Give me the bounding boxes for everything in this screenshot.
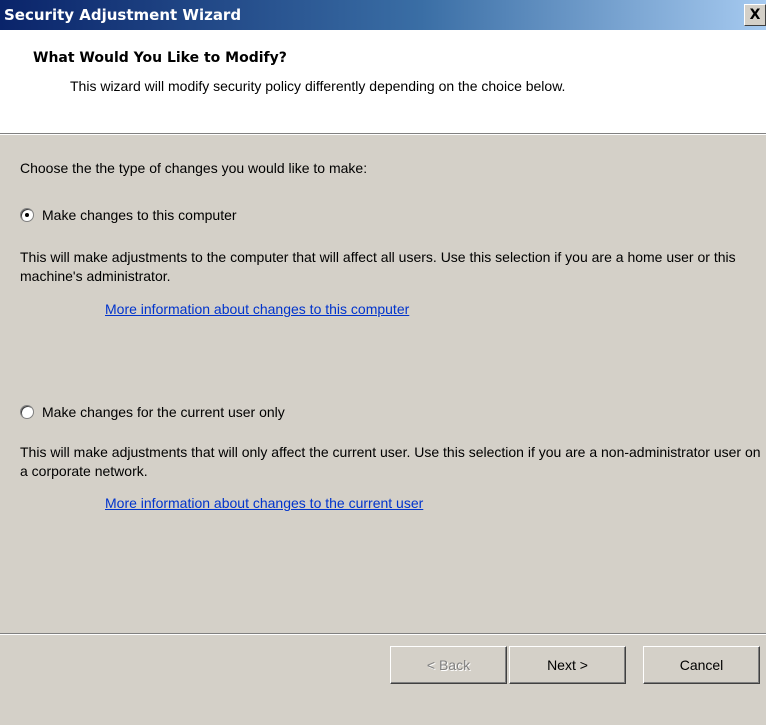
link-more-info-current-user[interactable]: More information about changes to the cu…: [105, 495, 423, 511]
header-divider: [0, 133, 766, 135]
choice-prompt: Choose the the type of changes you would…: [20, 160, 368, 176]
page-subtitle: This wizard will modify security policy …: [70, 78, 566, 94]
option-current-user-label: Make changes for the current user only: [42, 404, 285, 420]
wizard-header: What Would You Like to Modify? This wiza…: [0, 30, 766, 133]
option-this-computer[interactable]: Make changes to this computer: [20, 207, 237, 223]
radio-dot-icon: [25, 213, 29, 217]
option-current-user[interactable]: Make changes for the current user only: [20, 404, 285, 420]
option-this-computer-label: Make changes to this computer: [42, 207, 237, 223]
page-title: What Would You Like to Modify?: [33, 50, 287, 66]
footer-divider: [0, 633, 766, 635]
option-current-user-description: This will make adjustments that will onl…: [20, 444, 761, 479]
radio-button-unselected[interactable]: [20, 405, 34, 419]
close-icon[interactable]: X: [744, 4, 766, 26]
cancel-button[interactable]: Cancel: [643, 646, 760, 684]
back-button[interactable]: < Back: [390, 646, 507, 684]
next-button[interactable]: Next >: [509, 646, 626, 684]
window-title: Security Adjustment Wizard: [4, 6, 242, 24]
radio-button-selected[interactable]: [20, 208, 34, 222]
title-bar: Security Adjustment Wizard X: [0, 0, 766, 30]
option-this-computer-description: This will make adjustments to the comput…: [20, 249, 736, 284]
link-more-info-this-computer[interactable]: More information about changes to this c…: [105, 301, 409, 317]
